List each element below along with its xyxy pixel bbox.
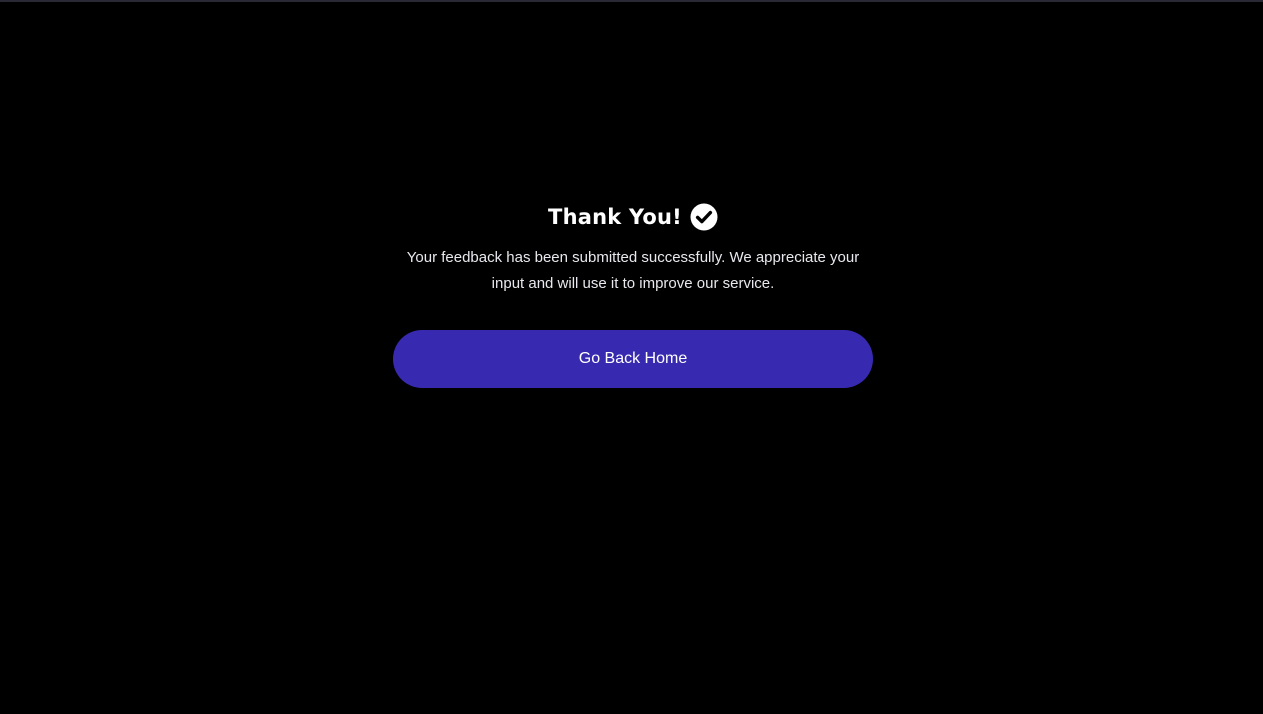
go-back-home-button[interactable]: Go Back Home [393, 330, 873, 388]
confirmation-panel: Thank You! Your feedback has been submit… [393, 198, 873, 388]
confirmation-message: Your feedback has been submitted success… [406, 249, 860, 292]
heading-row: Thank You! [393, 198, 873, 236]
confirmation-page: Thank You! Your feedback has been submit… [0, 0, 1263, 714]
page-title: Thank You! [548, 205, 682, 229]
check-circle-icon [690, 203, 718, 231]
